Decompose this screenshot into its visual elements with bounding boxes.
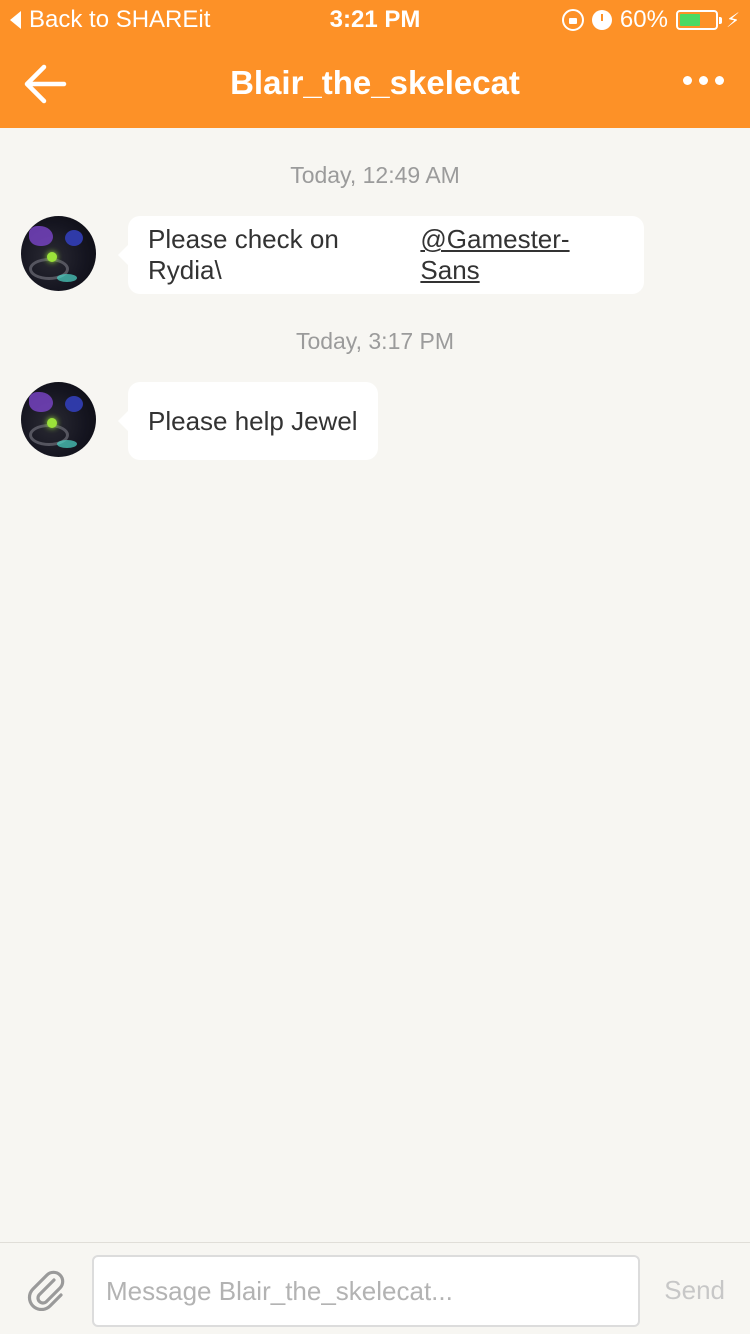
- send-button[interactable]: Send: [664, 1275, 725, 1306]
- battery-percent: 60%: [619, 6, 668, 33]
- message-text: Please check on Rydia\: [148, 224, 339, 285]
- ellipsis-icon-dot: [699, 76, 708, 85]
- battery-level-fill: [679, 14, 700, 26]
- avatar[interactable]: [21, 382, 96, 457]
- navigation-bar: Blair_the_skelecat: [0, 40, 750, 128]
- status-indicators: 60% ⚡: [561, 6, 740, 34]
- chat-screen: Back to SHAREit 3:21 PM 60% ⚡ Blair_the_…: [0, 0, 750, 1334]
- paperclip-icon[interactable]: [24, 1267, 68, 1311]
- message-bubble: Please check on Rydia\ @Gamester-Sans: [118, 216, 644, 294]
- status-bar: Back to SHAREit 3:21 PM 60% ⚡: [0, 0, 750, 40]
- message-composer: Send: [0, 1242, 750, 1334]
- avatar[interactable]: [21, 216, 96, 291]
- message-timestamp: Today, 3:17 PM: [295, 328, 455, 354]
- ellipsis-icon-dot: [715, 76, 724, 85]
- message-timestamp: Today, 12:49 AM: [290, 162, 460, 188]
- ellipsis-icon-dot: [683, 76, 692, 85]
- user-mention-link[interactable]: @Gamester-Sans: [420, 224, 624, 286]
- message-input[interactable]: [92, 1255, 640, 1327]
- alarm-icon: [591, 10, 612, 30]
- message-bubble: Please help Jewel: [118, 382, 378, 460]
- charging-bolt-icon: ⚡: [725, 9, 740, 32]
- more-options-button[interactable]: [683, 76, 724, 85]
- orientation-lock-icon: [561, 9, 584, 31]
- message-text: Please help Jewel: [148, 405, 358, 436]
- battery-icon: [675, 10, 722, 30]
- conversation-title: Blair_the_skelecat: [230, 64, 520, 101]
